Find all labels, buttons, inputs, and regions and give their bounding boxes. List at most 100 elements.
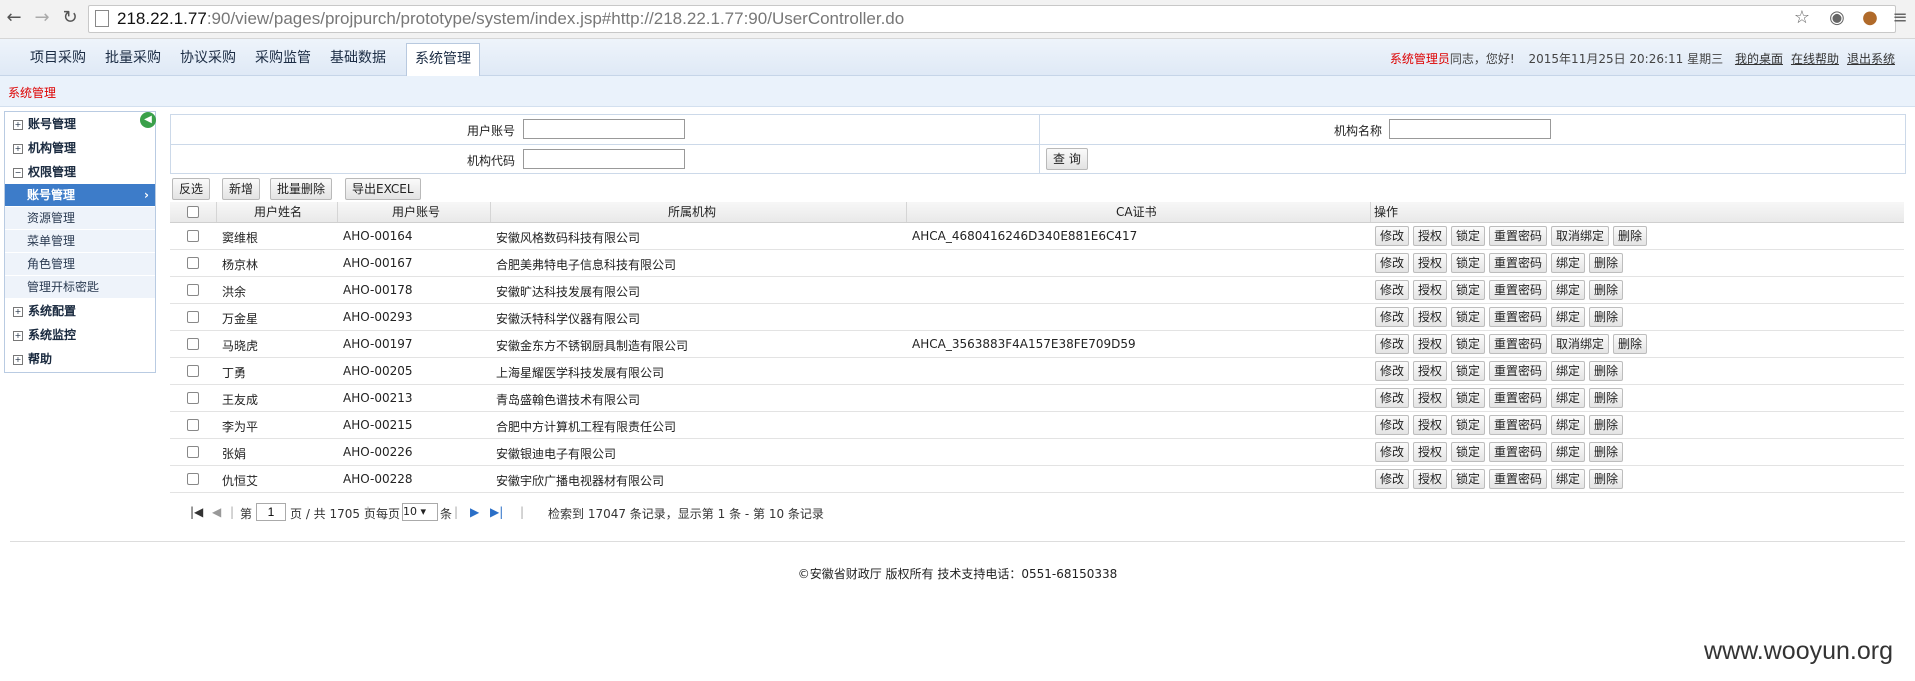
action-button[interactable]: 绑定: [1551, 442, 1586, 462]
action-button[interactable]: 绑定: [1551, 280, 1586, 300]
logout-link[interactable]: 退出系统: [1847, 52, 1895, 66]
action-button[interactable]: 重置密码: [1489, 307, 1548, 327]
prev-page-icon[interactable]: ◀: [212, 505, 221, 519]
action-button[interactable]: 锁定: [1451, 469, 1486, 489]
next-page-icon[interactable]: ▶: [470, 505, 479, 519]
action-button[interactable]: 锁定: [1451, 415, 1486, 435]
action-button[interactable]: 授权: [1413, 361, 1448, 381]
action-button[interactable]: 修改: [1375, 307, 1410, 327]
tab-project-purchase[interactable]: 项目采购: [30, 44, 86, 72]
tab-agreement-purchase[interactable]: 协议采购: [180, 44, 236, 72]
action-button[interactable]: 授权: [1413, 307, 1448, 327]
action-button[interactable]: 绑定: [1551, 388, 1586, 408]
row-checkbox[interactable]: [187, 473, 199, 485]
add-button[interactable]: 新增: [222, 178, 261, 200]
action-button[interactable]: 修改: [1375, 280, 1410, 300]
action-button[interactable]: 删除: [1613, 334, 1648, 354]
action-button[interactable]: 修改: [1375, 361, 1410, 381]
invert-select-button[interactable]: 反选: [172, 178, 211, 200]
action-button[interactable]: 锁定: [1451, 226, 1486, 246]
action-button[interactable]: 重置密码: [1489, 226, 1548, 246]
export-excel-button[interactable]: 导出EXCEL: [345, 178, 421, 200]
collapse-sidebar-icon[interactable]: ◀: [140, 112, 156, 128]
action-button[interactable]: 锁定: [1451, 388, 1486, 408]
action-button[interactable]: 锁定: [1451, 334, 1486, 354]
forward-icon[interactable]: →: [30, 6, 54, 30]
sidebar-item-bid-key[interactable]: 管理开标密匙: [5, 276, 155, 299]
batch-delete-button[interactable]: 批量删除: [270, 178, 333, 200]
tab-purchase-supervision[interactable]: 采购监管: [255, 44, 311, 72]
action-button[interactable]: 删除: [1589, 442, 1624, 462]
row-checkbox[interactable]: [187, 446, 199, 458]
action-button[interactable]: 绑定: [1551, 415, 1586, 435]
sidebar-item-account-management[interactable]: 账号管理 ›: [5, 184, 155, 207]
per-page-select[interactable]: 10 ▾: [402, 503, 438, 521]
sidebar-group-monitor[interactable]: + 系统监控: [5, 324, 155, 346]
sidebar-item-role-management[interactable]: 角色管理: [5, 253, 155, 276]
action-button[interactable]: 删除: [1589, 388, 1624, 408]
action-button[interactable]: 锁定: [1451, 307, 1486, 327]
sidebar-group-permission[interactable]: − 权限管理: [5, 161, 155, 183]
action-button[interactable]: 重置密码: [1489, 469, 1548, 489]
sidebar-group-config[interactable]: + 系统配置: [5, 300, 155, 322]
action-button[interactable]: 绑定: [1551, 361, 1586, 381]
row-checkbox[interactable]: [187, 284, 199, 296]
action-button[interactable]: 重置密码: [1489, 442, 1548, 462]
action-button[interactable]: 删除: [1589, 469, 1624, 489]
action-button[interactable]: 绑定: [1551, 253, 1586, 273]
action-button[interactable]: 取消绑定: [1551, 226, 1610, 246]
action-button[interactable]: 修改: [1375, 388, 1410, 408]
select-all-checkbox[interactable]: [187, 206, 199, 218]
action-button[interactable]: 锁定: [1451, 280, 1486, 300]
cookie-icon[interactable]: ●: [1858, 6, 1882, 30]
action-button[interactable]: 删除: [1589, 253, 1624, 273]
row-checkbox[interactable]: [187, 365, 199, 377]
sidebar-group-org[interactable]: + 机构管理: [5, 137, 155, 159]
page-input[interactable]: [256, 503, 286, 521]
reload-icon[interactable]: ↻: [58, 6, 82, 30]
menu-icon[interactable]: ≡: [1888, 6, 1912, 30]
account-input[interactable]: [523, 119, 685, 139]
action-button[interactable]: 授权: [1413, 469, 1448, 489]
action-button[interactable]: 锁定: [1451, 442, 1486, 462]
sidebar-group-account[interactable]: + 账号管理: [5, 113, 155, 135]
tab-batch-purchase[interactable]: 批量采购: [105, 44, 161, 72]
address-bar[interactable]: 218.22.1.77:90/view/pages/projpurch/prot…: [88, 5, 1896, 33]
tab-system-management[interactable]: 系统管理: [406, 43, 480, 76]
action-button[interactable]: 删除: [1613, 226, 1648, 246]
action-button[interactable]: 授权: [1413, 442, 1448, 462]
action-button[interactable]: 重置密码: [1489, 253, 1548, 273]
extension-icon[interactable]: ◉: [1825, 6, 1849, 30]
action-button[interactable]: 绑定: [1551, 469, 1586, 489]
action-button[interactable]: 删除: [1589, 361, 1624, 381]
star-icon[interactable]: ☆: [1790, 6, 1814, 30]
action-button[interactable]: 修改: [1375, 253, 1410, 273]
action-button[interactable]: 删除: [1589, 415, 1624, 435]
action-button[interactable]: 锁定: [1451, 361, 1486, 381]
action-button[interactable]: 修改: [1375, 415, 1410, 435]
action-button[interactable]: 删除: [1589, 280, 1624, 300]
action-button[interactable]: 授权: [1413, 388, 1448, 408]
tab-basic-data[interactable]: 基础数据: [330, 44, 386, 72]
sidebar-group-help[interactable]: + 帮助: [5, 348, 155, 370]
action-button[interactable]: 修改: [1375, 334, 1410, 354]
row-checkbox[interactable]: [187, 311, 199, 323]
action-button[interactable]: 重置密码: [1489, 415, 1548, 435]
action-button[interactable]: 授权: [1413, 253, 1448, 273]
sidebar-item-resource-management[interactable]: 资源管理: [5, 207, 155, 230]
back-icon[interactable]: ←: [2, 6, 26, 30]
org-name-input[interactable]: [1389, 119, 1551, 139]
first-page-icon[interactable]: |◀: [190, 505, 203, 519]
query-button[interactable]: 查 询: [1046, 148, 1088, 170]
action-button[interactable]: 授权: [1413, 226, 1448, 246]
org-code-input[interactable]: [523, 149, 685, 169]
row-checkbox[interactable]: [187, 257, 199, 269]
action-button[interactable]: 授权: [1413, 280, 1448, 300]
action-button[interactable]: 修改: [1375, 226, 1410, 246]
last-page-icon[interactable]: ▶|: [490, 505, 503, 519]
online-help-link[interactable]: 在线帮助: [1791, 52, 1839, 66]
action-button[interactable]: 授权: [1413, 415, 1448, 435]
my-desktop-link[interactable]: 我的桌面: [1735, 52, 1783, 66]
action-button[interactable]: 绑定: [1551, 307, 1586, 327]
action-button[interactable]: 删除: [1589, 307, 1624, 327]
